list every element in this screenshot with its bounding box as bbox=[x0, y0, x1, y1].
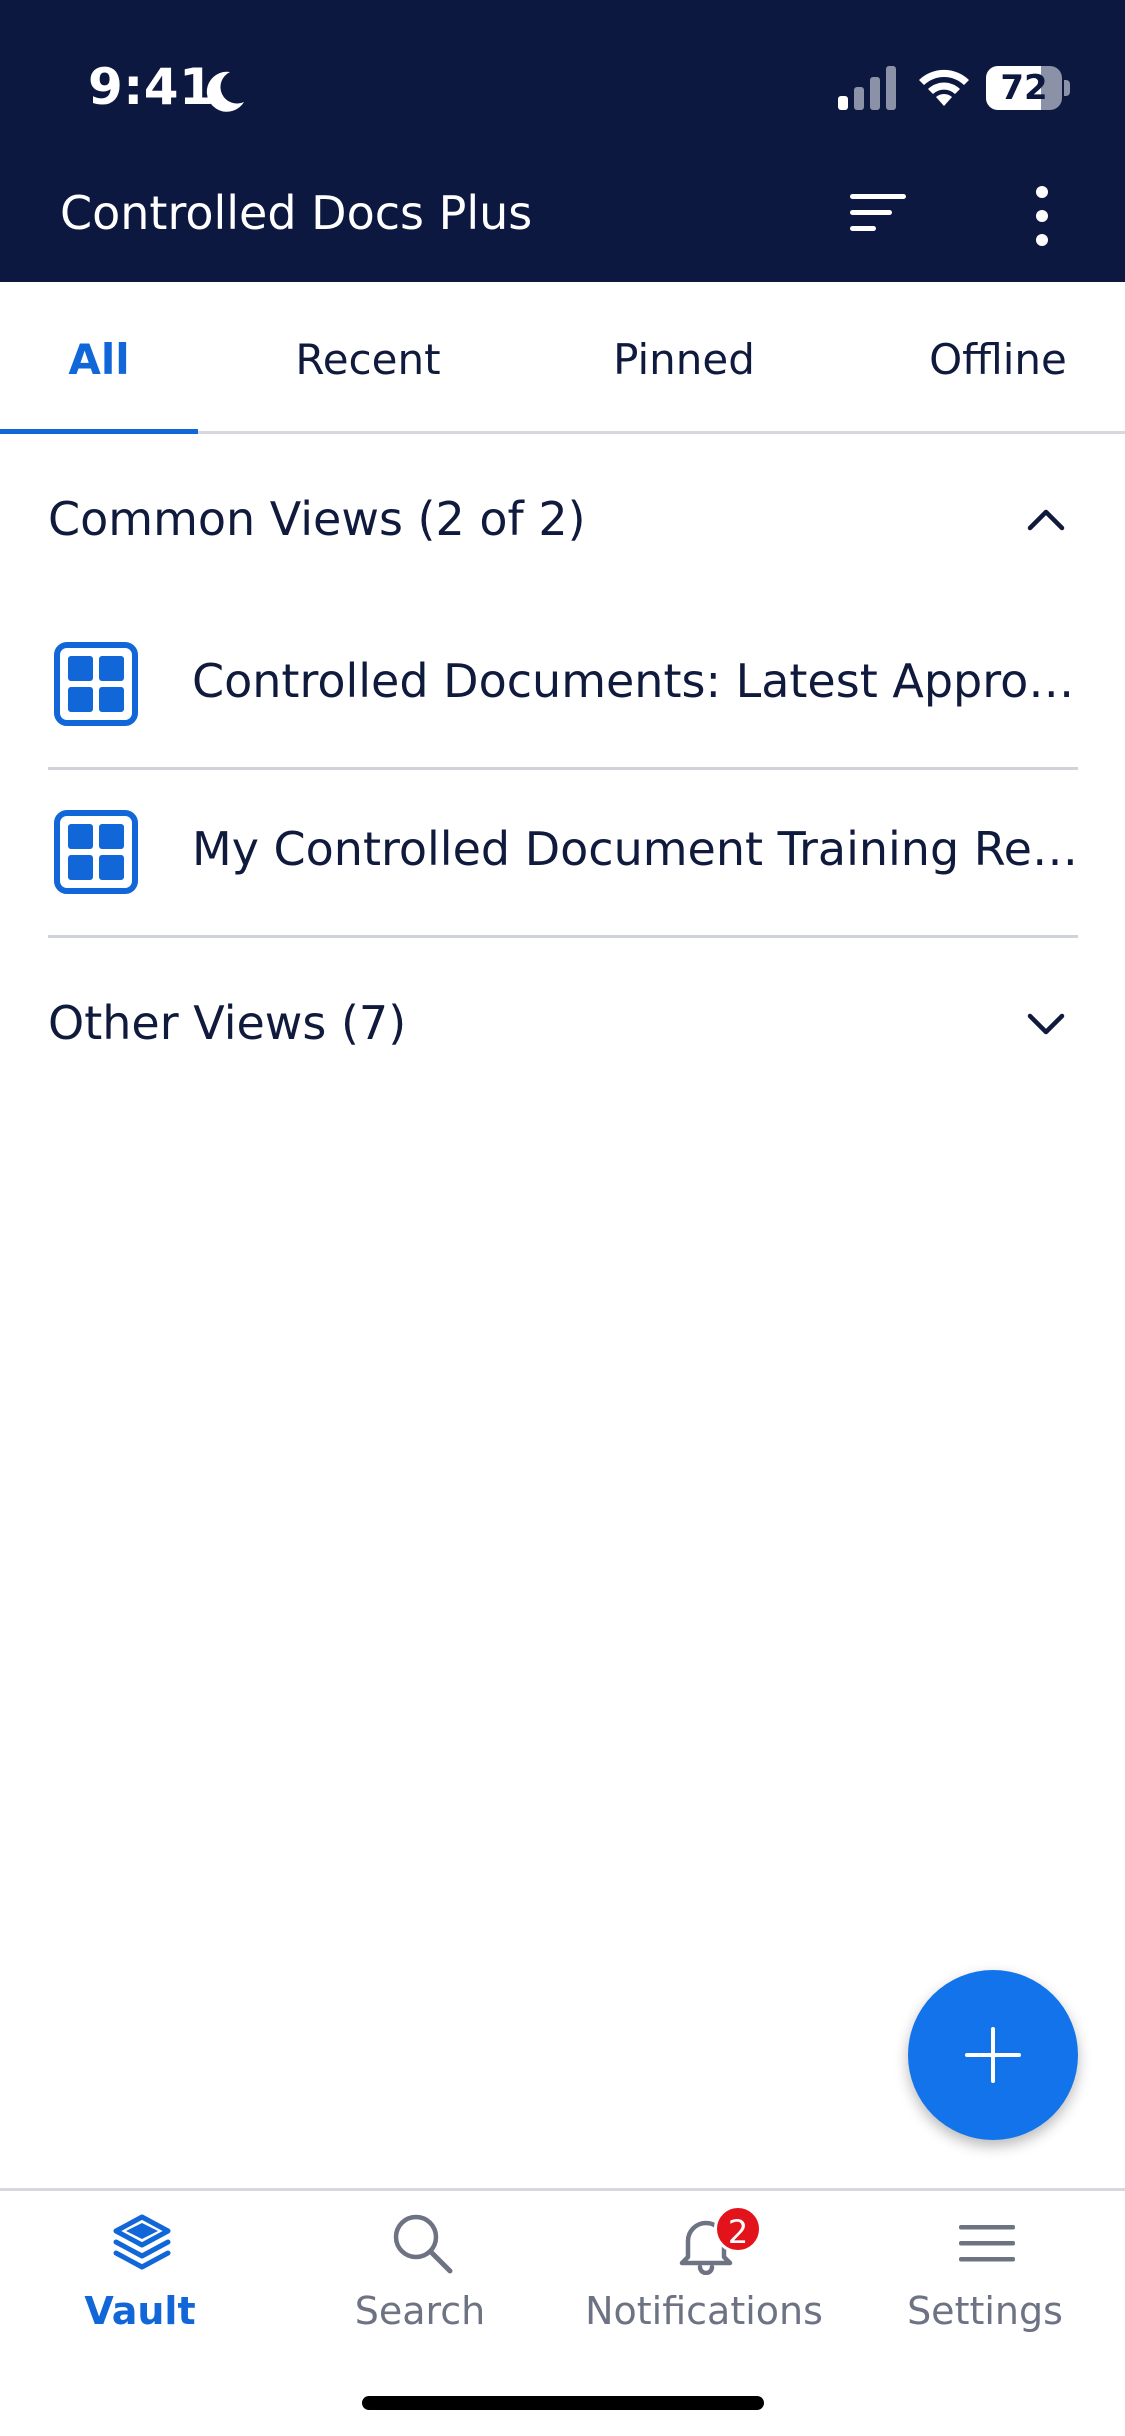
nav-notifications[interactable]: 2 Notifications bbox=[564, 2191, 844, 2351]
notification-badge: 2 bbox=[714, 2205, 762, 2253]
nav-label: Notifications bbox=[585, 2289, 823, 2333]
cellular-signal-icon bbox=[838, 66, 896, 110]
nav-vault[interactable]: Vault bbox=[0, 2191, 280, 2351]
view-label: My Controlled Document Training Records bbox=[192, 822, 1078, 876]
common-views-header[interactable]: Common Views (2 of 2) bbox=[48, 470, 1078, 570]
nav-label: Search bbox=[354, 2289, 486, 2333]
tab-recent[interactable]: Recent bbox=[258, 282, 478, 434]
nav-label: Settings bbox=[907, 2289, 1063, 2333]
common-views-title: Common Views (2 of 2) bbox=[48, 492, 586, 546]
tab-bar: All Recent Pinned Offline bbox=[0, 282, 1125, 434]
battery-level: 72 bbox=[1000, 68, 1048, 108]
chevron-up-icon bbox=[1027, 509, 1065, 531]
nav-label: Vault bbox=[84, 2289, 196, 2333]
other-views-header[interactable]: Other Views (7) bbox=[48, 974, 1078, 1074]
nav-search[interactable]: Search bbox=[280, 2191, 560, 2351]
plus-icon bbox=[965, 2027, 1021, 2083]
other-views-title: Other Views (7) bbox=[48, 996, 407, 1050]
app-title: Controlled Docs Plus bbox=[60, 186, 533, 240]
vault-layers-icon bbox=[113, 2214, 171, 2270]
home-indicator[interactable] bbox=[362, 2396, 764, 2410]
sort-icon[interactable] bbox=[848, 190, 908, 236]
wifi-icon bbox=[919, 69, 969, 106]
list-item[interactable]: My Controlled Document Training Records bbox=[48, 770, 1078, 938]
grid-view-icon bbox=[54, 810, 138, 894]
more-options-icon[interactable] bbox=[1024, 184, 1060, 248]
add-button[interactable] bbox=[908, 1970, 1078, 2140]
menu-icon bbox=[959, 2225, 1015, 2262]
list-item[interactable]: Controlled Documents: Latest Approved Ve… bbox=[48, 602, 1078, 770]
grid-view-icon bbox=[54, 642, 138, 726]
view-label: Controlled Documents: Latest Approved Ve… bbox=[192, 654, 1078, 708]
tab-all[interactable]: All bbox=[0, 282, 198, 434]
tab-pinned[interactable]: Pinned bbox=[574, 282, 794, 434]
chevron-down-icon bbox=[1027, 1013, 1065, 1035]
app-header: 9:41 72 Controlled Docs Plus bbox=[0, 0, 1125, 282]
search-icon bbox=[393, 2214, 453, 2274]
nav-settings[interactable]: Settings bbox=[845, 2191, 1125, 2351]
battery-indicator: 72 bbox=[986, 66, 1070, 110]
status-time: 9:41 bbox=[88, 58, 215, 116]
tab-offline[interactable]: Offline bbox=[888, 282, 1108, 434]
moon-icon bbox=[206, 71, 244, 112]
active-tab-indicator bbox=[0, 429, 198, 434]
